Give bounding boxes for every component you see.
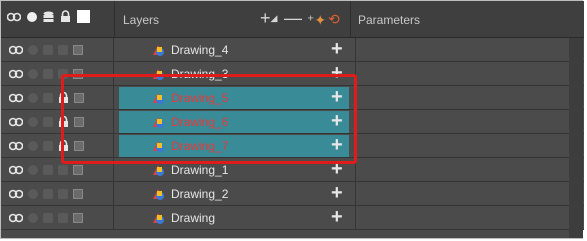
visibility-dot-icon[interactable] [28,213,38,223]
layer-name[interactable]: Drawing_4 [171,43,228,57]
color-swatch-icon[interactable] [77,10,90,23]
stack-icon[interactable] [43,69,53,79]
layers-label: Layers [123,13,160,27]
layer-name[interactable]: Drawing_1 [171,163,228,177]
onion-skin-icon[interactable] [9,117,23,127]
stack-icon[interactable] [43,11,54,23]
layer-name[interactable]: Drawing_2 [171,187,228,201]
annotation-highlight-box [61,74,357,164]
layer-row[interactable]: Drawing_2 + [1,182,584,206]
layer-name[interactable]: Drawing [171,211,215,225]
visibility-dot-icon[interactable] [28,69,38,79]
layer-row[interactable]: Drawing + [1,206,584,230]
add-peg-icon[interactable]: ⁺✦ [307,11,326,29]
lock-icon[interactable] [58,189,68,199]
onion-skin-icon[interactable] [9,165,23,175]
add-deformer-icon[interactable]: ⟲ [328,10,340,28]
panel-header: Layers +◢ — ⁺✦ ⟲ Parameters [1,1,584,38]
visibility-dot-icon[interactable] [28,117,38,127]
timeline-layer-panel: Layers +◢ — ⁺✦ ⟲ Parameters Drawing_4 + [0,0,584,239]
onion-skin-icon[interactable] [9,93,23,103]
onion-skin-icon[interactable] [9,141,23,151]
stack-icon[interactable] [43,45,53,55]
stack-icon[interactable] [43,189,53,199]
layer-row[interactable]: Drawing_4 + [1,38,584,62]
onion-skin-icon[interactable] [7,12,21,22]
visibility-dot-icon[interactable] [28,93,38,103]
lock-icon[interactable] [58,45,68,55]
stack-icon[interactable] [43,141,53,151]
onion-skin-icon[interactable] [9,45,23,55]
vertical-scrollbar[interactable] [569,38,583,238]
visibility-dot-icon[interactable] [28,165,38,175]
drawing-layer-icon [153,165,164,176]
params-divider [355,38,356,62]
visibility-dot-icon[interactable] [28,189,38,199]
stack-icon[interactable] [43,165,53,175]
params-divider [355,182,356,206]
onion-skin-icon[interactable] [9,69,23,79]
onion-skin-icon[interactable] [9,189,23,199]
header-divider-params [350,1,351,37]
drawing-layer-icon [153,45,164,56]
parameters-label: Parameters [358,13,421,27]
layer-toggles [1,182,114,206]
params-divider [355,206,356,230]
layer-toggles [1,206,114,230]
visibility-dot-icon[interactable] [28,141,38,151]
remove-layer-icon[interactable]: — [284,9,302,27]
layer-toggles [1,38,114,62]
lock-icon[interactable] [58,213,68,223]
add-layer-icon[interactable]: +◢ [260,9,277,27]
lock-icon[interactable] [60,10,71,23]
onion-skin-icon[interactable] [9,213,23,223]
color-swatch-icon[interactable] [73,189,83,199]
expand-plus-icon[interactable]: + [331,183,343,203]
visibility-dot-icon[interactable] [27,11,37,22]
drawing-layer-icon [153,189,164,200]
color-swatch-icon[interactable] [73,213,83,223]
drawing-layer-icon [153,213,164,224]
color-swatch-icon[interactable] [73,45,83,55]
header-toggle-icons [7,10,90,23]
color-swatch-icon[interactable] [73,165,83,175]
lock-icon[interactable] [58,165,68,175]
header-divider [114,1,115,37]
stack-icon[interactable] [43,117,53,127]
stack-icon[interactable] [43,213,53,223]
stack-icon[interactable] [43,93,53,103]
expand-plus-icon[interactable]: + [331,207,343,227]
expand-plus-icon[interactable]: + [331,39,343,59]
visibility-dot-icon[interactable] [28,45,38,55]
